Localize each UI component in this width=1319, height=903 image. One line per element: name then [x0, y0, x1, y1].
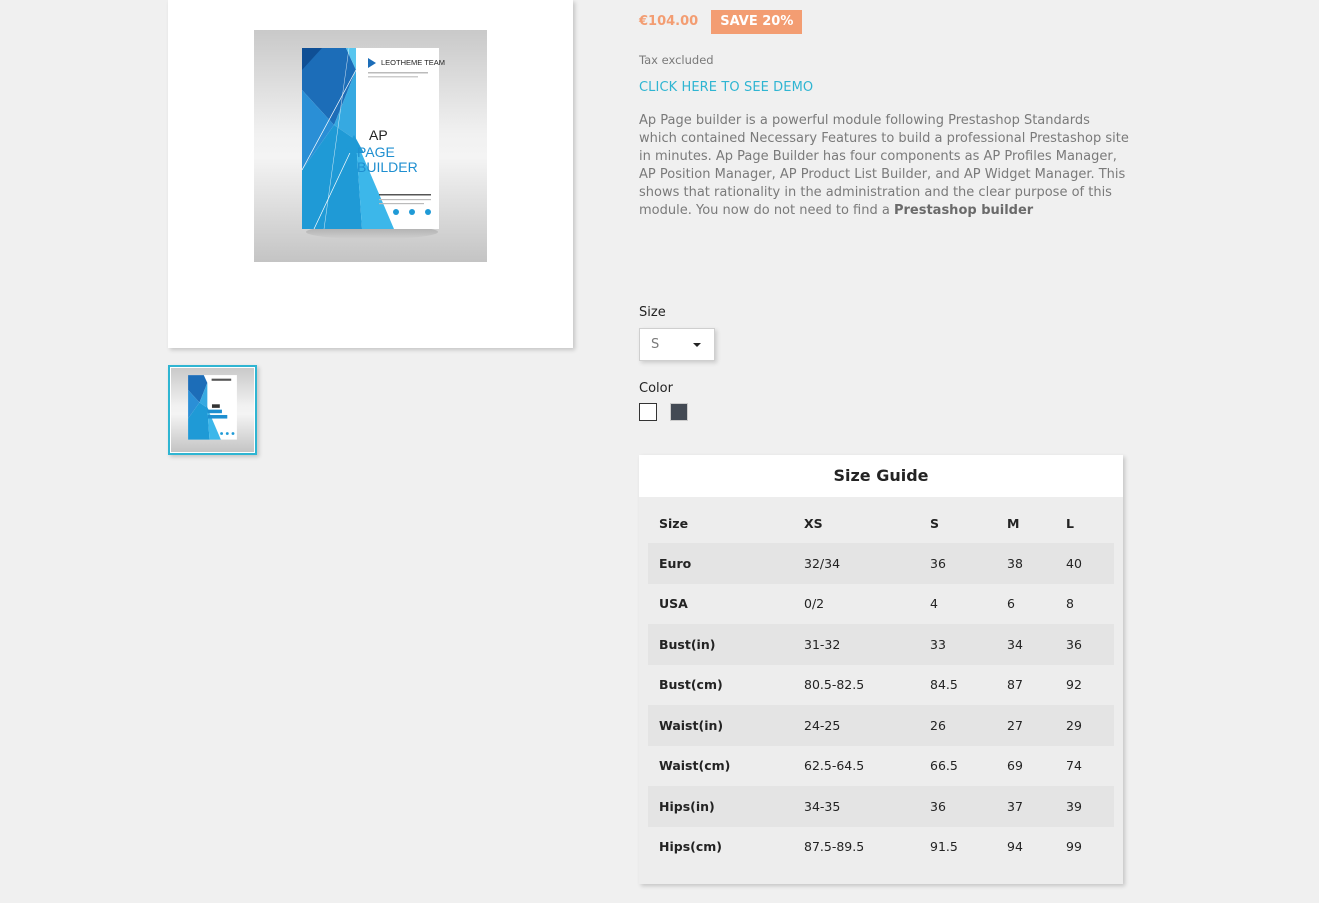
- product-page: LEOTHEME TEAM AP PAGE BUILDER €104.00 SA…: [0, 0, 1319, 903]
- table-cell: 34: [1007, 636, 1023, 652]
- header-cell: S: [930, 515, 940, 531]
- table-row: Waist(in) 24-25 26 27 29: [648, 705, 1114, 746]
- size-label: Size: [639, 305, 666, 320]
- header-cell: M: [1007, 515, 1020, 531]
- table-cell: 74: [1066, 758, 1082, 774]
- table-row: Euro 32/34 36 38 40: [648, 543, 1114, 584]
- row-label: Hips(cm): [659, 839, 722, 855]
- color-swatch-white[interactable]: [639, 403, 657, 421]
- size-guide-title: Size Guide: [639, 455, 1123, 497]
- cover-brand-text: LEOTHEME TEAM: [381, 58, 445, 67]
- table-cell: 36: [1066, 636, 1082, 652]
- price-row: €104.00 SAVE 20%: [639, 9, 803, 34]
- row-label: Euro: [659, 555, 692, 571]
- table-cell: 32/34: [804, 555, 841, 571]
- table-cell: 31-32: [804, 636, 841, 652]
- table-cell: 87.5-89.5: [804, 839, 865, 855]
- table-cell: 29: [1066, 717, 1082, 733]
- table-cell: 8: [1066, 596, 1074, 612]
- table-cell: 69: [1007, 758, 1023, 774]
- table-cell: 84.5: [930, 677, 958, 693]
- product-cover-image: LEOTHEME TEAM AP PAGE BUILDER: [254, 30, 487, 262]
- size-guide-panel: Size Guide Size XS S M L Euro 32/34 36 3…: [639, 455, 1123, 884]
- description-text: Ap Page builder is a powerful module fol…: [639, 113, 1129, 218]
- table-cell: 99: [1066, 839, 1082, 855]
- table-cell: 6: [1007, 596, 1015, 612]
- tax-label: Tax excluded: [639, 53, 714, 67]
- header-cell: Size: [659, 515, 689, 531]
- description-bold: Prestashop builder: [893, 203, 1034, 218]
- table-cell: 26: [930, 717, 946, 733]
- table-cell: 36: [930, 798, 946, 814]
- table-cell: 40: [1066, 555, 1082, 571]
- table-cell: 0/2: [804, 596, 825, 612]
- table-cell: 37: [1007, 798, 1023, 814]
- row-label: Bust(cm): [659, 677, 723, 693]
- cover-title-line1: AP: [369, 127, 388, 143]
- row-label: Waist(cm): [659, 758, 731, 774]
- table-cell: 80.5-82.5: [804, 677, 865, 693]
- row-label: Hips(in): [659, 798, 715, 814]
- row-label: USA: [659, 596, 688, 612]
- table-row: Waist(cm) 62.5-64.5 66.5 69 74: [648, 746, 1114, 787]
- color-label: Color: [639, 381, 673, 396]
- table-cell: 66.5: [930, 758, 958, 774]
- table-cell: 36: [930, 555, 946, 571]
- product-description: Ap Page builder is a powerful module fol…: [639, 112, 1129, 220]
- table-cell: 38: [1007, 555, 1023, 571]
- size-select[interactable]: S: [639, 328, 715, 361]
- table-cell: 87: [1007, 677, 1023, 693]
- main-product-image[interactable]: LEOTHEME TEAM AP PAGE BUILDER: [168, 0, 573, 348]
- header-cell: XS: [804, 515, 823, 531]
- size-guide-header-row: Size XS S M L: [648, 503, 1114, 543]
- table-cell: 4: [930, 596, 938, 612]
- table-cell: 34-35: [804, 798, 841, 814]
- table-row: Hips(cm) 87.5-89.5 91.5 94 99: [648, 827, 1114, 868]
- table-cell: 91.5: [930, 839, 958, 855]
- size-guide-table: Size XS S M L Euro 32/34 36 38 40 USA 0/: [648, 503, 1114, 867]
- table-cell: 94: [1007, 839, 1023, 855]
- table-cell: 92: [1066, 677, 1082, 693]
- cover-title-line3: BUILDER: [357, 159, 418, 175]
- page-builder-cover-illustration: LEOTHEME TEAM AP PAGE BUILDER: [301, 47, 445, 239]
- size-selected-value: S: [651, 337, 660, 352]
- demo-link[interactable]: CLICK HERE TO SEE DEMO: [639, 80, 813, 95]
- discount-badge: SAVE 20%: [711, 9, 803, 34]
- table-cell: 24-25: [804, 717, 841, 733]
- table-row: USA 0/2 4 6 8: [648, 584, 1114, 625]
- table-row: Hips(in) 34-35 36 37 39: [648, 786, 1114, 827]
- row-label: Waist(in): [659, 717, 724, 733]
- table-cell: 27: [1007, 717, 1023, 733]
- table-row: Bust(cm) 80.5-82.5 84.5 87 92: [648, 665, 1114, 706]
- table-cell: 33: [930, 636, 946, 652]
- product-thumbnail[interactable]: [168, 365, 257, 455]
- thumbnail-cover-illustration: [188, 375, 237, 440]
- thumbnail-image: [171, 368, 254, 452]
- cover-title-line2: PAGE: [357, 144, 395, 160]
- table-row: Bust(in) 31-32 33 34 36: [648, 624, 1114, 665]
- color-swatch-dark-grey[interactable]: [670, 403, 688, 421]
- row-label: Bust(in): [659, 636, 716, 652]
- table-cell: 39: [1066, 798, 1082, 814]
- product-price: €104.00: [639, 14, 699, 29]
- header-cell: L: [1066, 515, 1074, 531]
- caret-down-icon: [693, 343, 701, 347]
- table-cell: 62.5-64.5: [804, 758, 865, 774]
